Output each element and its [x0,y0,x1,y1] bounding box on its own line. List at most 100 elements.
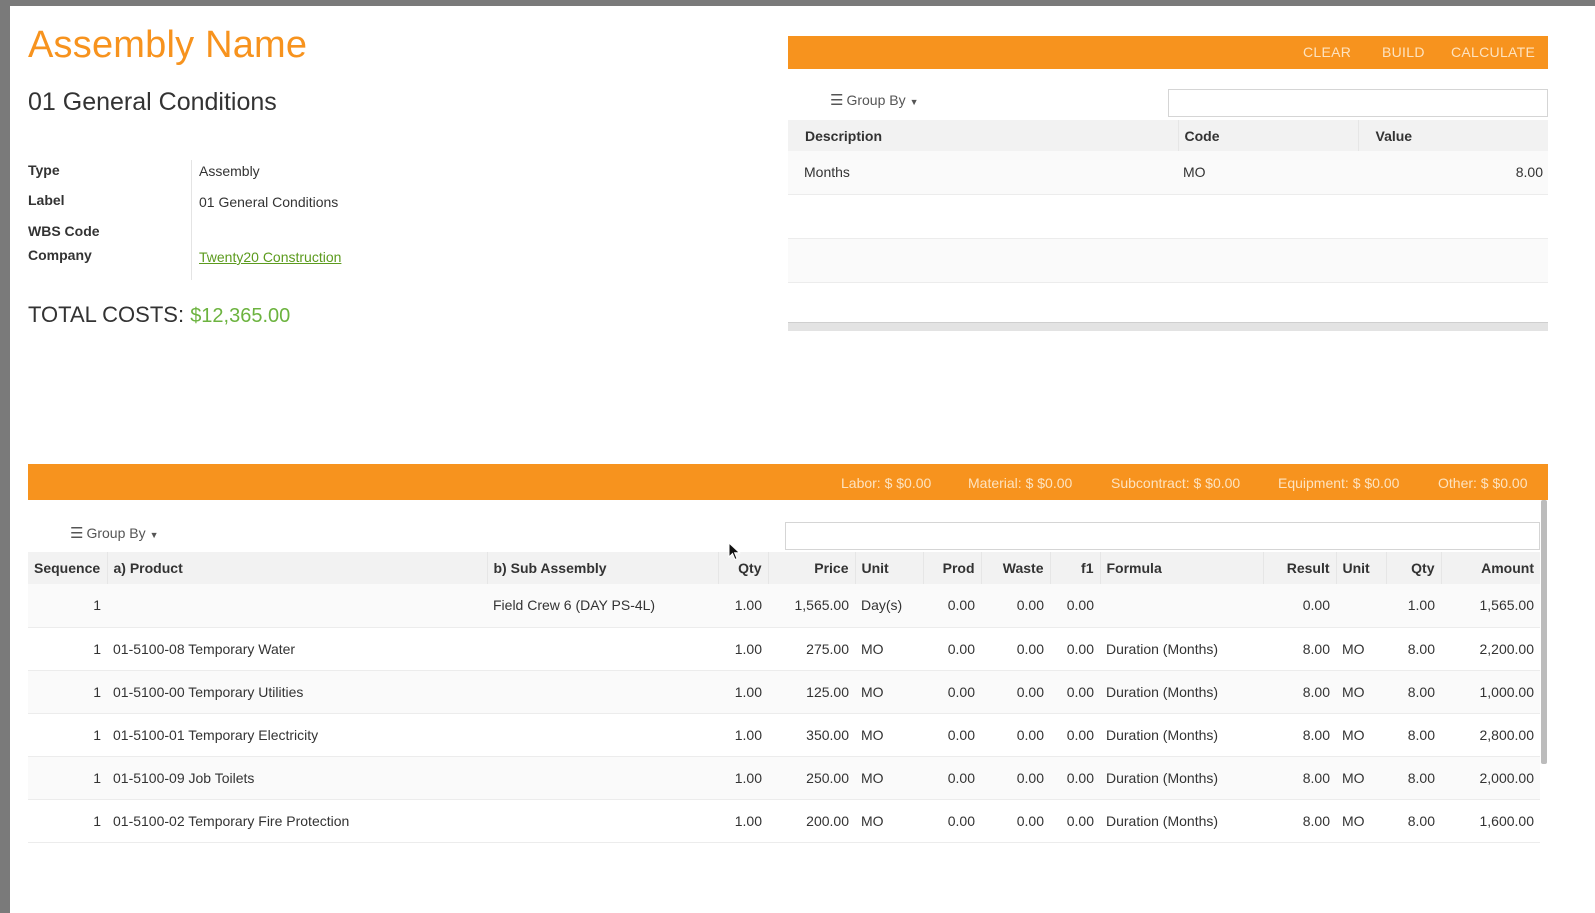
cell-qty-2: 8.00 [1386,799,1441,843]
calculate-button[interactable]: CALCULATE [1451,44,1535,60]
items-search-input[interactable] [785,522,1540,550]
column-header-description[interactable]: Description [788,120,1179,151]
column-header-product[interactable]: a) Product [107,552,488,584]
column-header-formula[interactable]: Formula [1100,552,1264,584]
cell-price: 200.00 [768,799,855,843]
column-header-sub-assembly[interactable]: b) Sub Assembly [487,552,719,584]
variables-group-by[interactable]: ☰ Group By ▼ [830,91,919,109]
cell-amount: 2,800.00 [1441,713,1540,757]
cell-qty-2: 8.00 [1386,756,1441,800]
table-row[interactable]: 1 01-5100-08 Temporary Water 1.00 275.00 MO 0… [28,627,1540,671]
cell-unit: Day(s) [855,584,923,628]
cell-formula [1100,584,1263,628]
wbs-code-label: WBS Code [28,223,100,239]
cell-waste: 0.00 [981,627,1050,671]
cell-result: 8.00 [1263,756,1336,800]
variables-search-input[interactable] [1168,89,1548,117]
column-header-waste[interactable]: Waste [981,552,1051,584]
page: Assembly Name 01 General Conditions Type… [10,6,1595,913]
cell-price: 275.00 [768,627,855,671]
cell-amount: 1,000.00 [1441,670,1540,714]
column-header-sequence[interactable]: Sequence [28,552,108,584]
cell-prod: 0.00 [923,627,981,671]
group-by-label: Group By [86,525,146,541]
cell-f1: 0.00 [1050,799,1100,843]
cell-formula: Duration (Months) [1100,756,1263,800]
cell-qty: 1.00 [718,627,768,671]
table-row[interactable]: 1 Field Crew 6 (DAY PS-4L) 1.00 1,565.00 Day… [28,584,1540,628]
column-header-result[interactable]: Result [1263,552,1337,584]
build-button[interactable]: BUILD [1382,44,1425,60]
cell-prod: 0.00 [923,670,981,714]
cell-sequence: 1 [28,627,107,671]
list-icon: ☰ [830,92,844,109]
cell-unit: MO [855,670,923,714]
cell-prod: 0.00 [923,799,981,843]
cell-unit: MO [855,756,923,800]
column-header-amount[interactable]: Amount [1441,552,1540,584]
column-header-unit[interactable]: Unit [855,552,924,584]
cell-prod: 0.00 [923,756,981,800]
cell-product: 01-5100-01 Temporary Electricity [107,713,487,757]
column-header-price[interactable]: Price [768,552,856,584]
cell-unit-2: MO [1336,799,1386,843]
cell-sub-assembly [487,713,718,757]
cell-product [107,584,487,628]
cell-sub-assembly: Field Crew 6 (DAY PS-4L) [487,584,718,628]
cell-result: 8.00 [1263,627,1336,671]
cell-description: Months [788,151,1178,195]
cell-unit-2: MO [1336,756,1386,800]
cell-qty-2: 8.00 [1386,627,1441,671]
cell-sequence: 1 [28,584,107,628]
cell-product: 01-5100-00 Temporary Utilities [107,670,487,714]
cell-unit-2: MO [1336,670,1386,714]
cell-sub-assembly [487,756,718,800]
table-row[interactable]: 1 01-5100-09 Job Toilets 1.00 250.00 MO 0.00 0… [28,756,1540,800]
cell-unit-2: MO [1336,627,1386,671]
cell-value: 8.00 [1358,151,1548,195]
cell-price: 1,565.00 [768,584,855,628]
assembly-subtitle: 01 General Conditions [28,88,277,116]
items-scrollbar[interactable] [1541,500,1547,764]
list-icon: ☰ [70,525,84,542]
cell-product: 01-5100-09 Job Toilets [107,756,487,800]
column-header-prod[interactable]: Prod [923,552,982,584]
cell-sequence: 1 [28,670,107,714]
cell-qty-2: 8.00 [1386,670,1441,714]
company-link[interactable]: Twenty20 Construction [199,249,341,265]
column-header-unit-2[interactable]: Unit [1336,552,1387,584]
cell-unit: MO [855,713,923,757]
labor-total: Labor: $ $0.00 [841,475,932,491]
cell-result: 8.00 [1263,670,1336,714]
cell-unit-2 [1336,584,1386,628]
column-header-value[interactable]: Value [1358,120,1548,151]
variables-table: Description Code Value Months MO 8.00 [788,120,1548,327]
group-by-label: Group By [846,92,906,108]
table-row[interactable]: 1 01-5100-01 Temporary Electricity 1.00 350… [28,713,1540,757]
empty-row [788,282,1548,327]
empty-row [788,238,1548,283]
type-value: Assembly [199,163,260,179]
column-header-qty-2[interactable]: Qty [1386,552,1442,584]
column-header-f1[interactable]: f1 [1050,552,1101,584]
total-costs: TOTAL COSTS: $12,365.00 [28,302,290,328]
table-row[interactable]: 1 01-5100-02 Temporary Fire Protection 1.0… [28,799,1540,843]
table-row[interactable]: Months MO 8.00 [788,151,1548,195]
cell-waste: 0.00 [981,670,1050,714]
cell-f1: 0.00 [1050,713,1100,757]
cell-sub-assembly [487,627,718,671]
cell-sequence: 1 [28,756,107,800]
cell-formula: Duration (Months) [1100,670,1263,714]
empty-row [788,194,1548,239]
label-value: 01 General Conditions [199,194,339,210]
cell-product: 01-5100-02 Temporary Fire Protection [107,799,487,843]
column-header-qty[interactable]: Qty [718,552,769,584]
cell-prod: 0.00 [923,713,981,757]
column-header-code[interactable]: Code [1178,120,1359,151]
table-row[interactable]: 1 01-5100-00 Temporary Utilities 1.00 125.0… [28,670,1540,714]
caret-down-icon: ▼ [149,530,159,540]
items-group-by[interactable]: ☰ Group By ▼ [70,524,159,542]
cell-waste: 0.00 [981,799,1050,843]
clear-button[interactable]: CLEAR [1303,44,1351,60]
cell-waste: 0.00 [981,713,1050,757]
